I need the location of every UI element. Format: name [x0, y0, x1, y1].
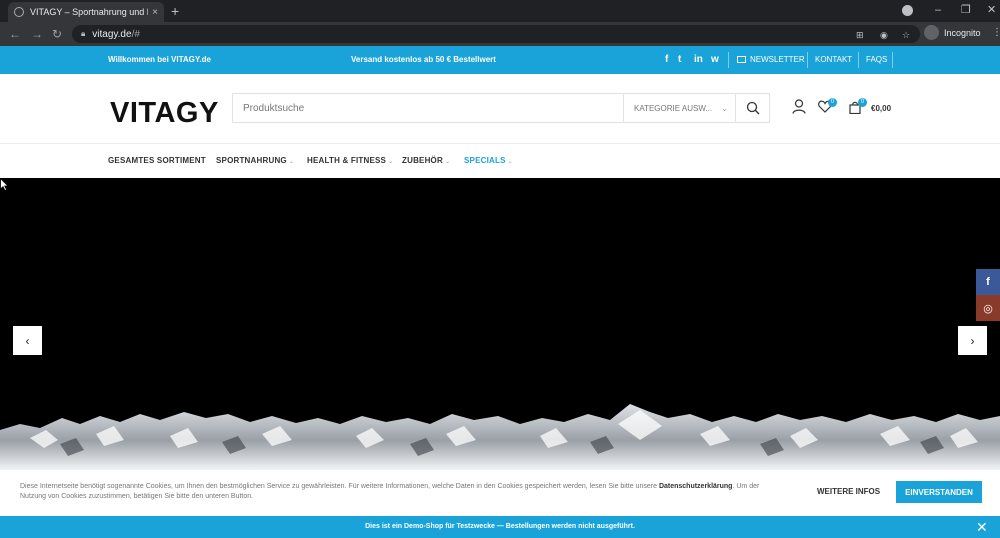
demo-store-text: Dies ist ein Demo-Shop für Testzwecke — …: [365, 523, 635, 530]
hero-slider[interactable]: ‹ ›: [0, 178, 1000, 470]
menu-item-gesamtes-sortiment[interactable]: GESAMTES SORTIMENT: [108, 156, 206, 165]
welcome-text: Willkommen bei VITAGY.de: [108, 55, 211, 64]
category-select[interactable]: KATEGORIE AUSW... ⌄: [623, 94, 735, 122]
maximize-button[interactable]: ❐: [961, 3, 971, 17]
privacy-policy-link[interactable]: Datenschutzerklärung: [659, 483, 733, 490]
shipping-notice: Versand kostenlos ab 50 € Bestellwert: [351, 55, 496, 64]
menu-item-label: HEALTH & FITNESS: [307, 156, 387, 165]
menu-item-label: GESAMTES SORTIMENT: [108, 156, 206, 165]
chevron-down-icon: ⌄: [444, 159, 451, 165]
facebook-icon[interactable]: f: [665, 54, 668, 65]
ice-cubes-image: [0, 404, 1000, 470]
menu-item-zubehoer[interactable]: ZUBEHÖR ⌄: [402, 156, 450, 165]
newsletter-link[interactable]: NEWSLETTER: [737, 55, 805, 64]
address-bar[interactable]: 🔒︎ vitagy.de /# ⊞ ◉ ☆: [72, 25, 920, 43]
menu-item-label: SPORTNAHRUNG: [216, 156, 287, 165]
facebook-icon: f: [986, 276, 990, 288]
close-icon[interactable]: ✕: [976, 519, 988, 535]
instagram-icon: ◎: [983, 302, 993, 315]
mail-icon: [737, 56, 746, 63]
slider-prev-button[interactable]: ‹: [13, 326, 42, 355]
main-menu: GESAMTES SORTIMENT SPORTNAHRUNG ⌄ HEALTH …: [0, 144, 1000, 178]
wishlist-count-badge: 0: [828, 98, 837, 107]
menu-item-sportnahrung[interactable]: SPORTNAHRUNG ⌄: [216, 156, 294, 165]
close-window-button[interactable]: ✕: [987, 3, 996, 17]
new-tab-button[interactable]: +: [171, 3, 179, 19]
top-bar: Willkommen bei VITAGY.de Versand kostenl…: [0, 46, 1000, 74]
cart-count-badge: 0: [858, 98, 867, 107]
chevron-down-icon: ⌄: [721, 103, 728, 113]
chevron-down-icon: ⌄: [388, 159, 394, 165]
bookmark-star-icon[interactable]: ☆: [902, 30, 910, 41]
contact-link[interactable]: KONTAKT: [815, 55, 852, 64]
chevron-down-icon: ⌄: [507, 159, 513, 165]
topbar-divider: [858, 52, 859, 68]
twitter-icon[interactable]: t: [678, 54, 681, 65]
cookie-banner: Diese Internetseite benötigt sogenannte …: [0, 470, 1000, 516]
chevron-left-icon: ‹: [25, 333, 30, 348]
account-icon[interactable]: [792, 99, 806, 114]
url-suffix: /#: [131, 28, 140, 40]
menu-item-health-fitness[interactable]: HEALTH & FITNESS ⌄: [307, 156, 393, 165]
incognito-label: Incognito: [944, 27, 981, 38]
demo-store-notice: Dies ist ein Demo-Shop für Testzwecke — …: [0, 516, 1000, 538]
search-button[interactable]: [735, 94, 769, 122]
search-form: KATEGORIE AUSW... ⌄: [232, 93, 770, 123]
tab-search-icon[interactable]: [902, 5, 913, 16]
cookie-text-part: Diese Internetseite benötigt sogenannte …: [20, 483, 659, 490]
back-icon[interactable]: ←: [9, 26, 21, 42]
newsletter-label: NEWSLETTER: [750, 55, 805, 64]
menu-item-label: ZUBEHÖR: [402, 156, 443, 165]
site-favicon-icon: [14, 7, 24, 17]
browser-menu-icon[interactable]: ⋮: [992, 27, 1000, 38]
browser-tab[interactable]: VITAGY – Sportnahrung und Fitne ×: [8, 2, 164, 22]
side-facebook-button[interactable]: f: [976, 269, 1000, 295]
faqs-link[interactable]: FAQS: [866, 55, 887, 64]
incognito-icon: [924, 25, 939, 40]
minimize-button[interactable]: –: [935, 3, 941, 17]
site-header: VITAGY KATEGORIE AUSW... ⌄ 0: [0, 74, 1000, 144]
slider-next-button[interactable]: ›: [958, 326, 987, 355]
translate-icon[interactable]: ⊞: [856, 30, 864, 41]
accept-cookies-label: EINVERSTANDEN: [905, 487, 973, 497]
side-instagram-button[interactable]: ◎: [976, 295, 1000, 321]
cookie-text: Diese Internetseite benötigt sogenannte …: [20, 482, 785, 502]
tracking-blocked-icon[interactable]: ◉: [880, 30, 888, 41]
linkedin-icon[interactable]: in: [694, 54, 703, 65]
mouse-cursor-icon: [0, 178, 9, 191]
chevron-down-icon: ⌄: [288, 159, 295, 165]
browser-toolbar: ← → ↻ 🔒︎ vitagy.de /# ⊞ ◉ ☆ Incognito ⋮: [0, 22, 1000, 46]
accept-cookies-button[interactable]: EINVERSTANDEN: [896, 481, 982, 503]
chevron-right-icon: ›: [970, 333, 975, 348]
whatsapp-icon[interactable]: w: [711, 54, 719, 65]
search-icon: [746, 101, 759, 115]
topbar-divider: [892, 52, 893, 68]
topbar-divider: [807, 52, 808, 68]
lock-icon: 🔒︎: [81, 29, 86, 38]
forward-icon[interactable]: →: [31, 26, 43, 42]
search-input[interactable]: [233, 94, 623, 122]
cart-total[interactable]: €0,00: [871, 104, 891, 113]
site-logo[interactable]: VITAGY: [110, 97, 219, 130]
more-info-button[interactable]: WEITERE INFOS: [817, 487, 880, 496]
reload-icon[interactable]: ↻: [52, 26, 62, 42]
incognito-indicator[interactable]: Incognito: [924, 25, 981, 40]
tab-title: VITAGY – Sportnahrung und Fitne: [30, 7, 148, 17]
menu-item-specials[interactable]: SPECIALS ⌄: [464, 156, 513, 165]
category-select-label: KATEGORIE AUSW...: [634, 103, 713, 113]
tab-close-icon[interactable]: ×: [152, 7, 158, 18]
url-text: vitagy.de: [92, 28, 132, 40]
menu-item-label: SPECIALS: [464, 156, 506, 165]
page: VITAGY – Sportnahrung und Fitne × + – ❐ …: [0, 0, 1000, 538]
browser-tab-strip: VITAGY – Sportnahrung und Fitne × + – ❐ …: [0, 0, 1000, 22]
topbar-divider: [728, 52, 729, 68]
